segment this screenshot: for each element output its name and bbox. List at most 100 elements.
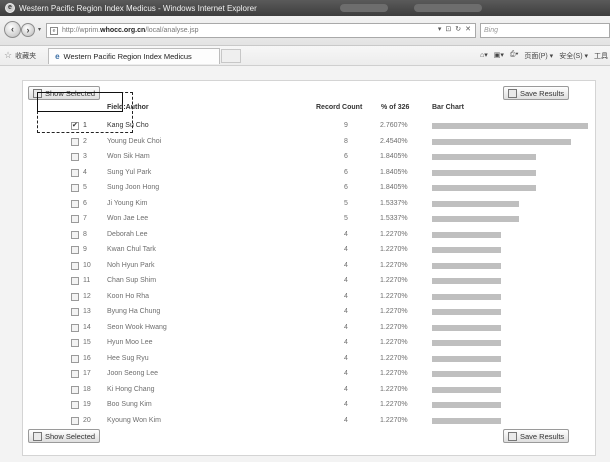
percent-value: 1.2270% (380, 246, 408, 253)
row-checkbox[interactable] (71, 308, 79, 316)
refresh-icon[interactable]: ↻ (455, 25, 461, 33)
percent-value: 2.7607% (380, 122, 408, 129)
row-number: 12 (83, 292, 91, 300)
tab-page-icon: e (55, 51, 60, 61)
save-results-label: Save Results (520, 431, 565, 441)
row-checkbox[interactable] (71, 184, 79, 192)
search-input[interactable]: Bing (480, 23, 610, 38)
record-count: 4 (344, 370, 348, 377)
header-percent[interactable]: % of 326 (381, 104, 409, 111)
table-row: 7 Won Jae Lee 5 1.5337% (23, 212, 597, 226)
row-checkbox[interactable] (71, 121, 79, 130)
row-number: 17 (83, 370, 91, 377)
row-checkbox[interactable] (71, 137, 79, 146)
history-dropdown-icon[interactable]: ▾ (38, 26, 41, 33)
back-icon[interactable]: ‹ (4, 21, 21, 38)
author-name: Won Jae Lee (107, 215, 149, 222)
row-checkbox[interactable] (71, 370, 79, 378)
favorites-label[interactable]: 收藏夹 (15, 51, 36, 61)
percent-value: 1.8405% (380, 153, 408, 160)
tab-title: Western Pacific Region Index Medicus (63, 51, 192, 61)
record-count: 4 (344, 308, 348, 315)
navigation-bar: ‹ › ▾ e http://wprim. whocc.org.cn/local/… (0, 16, 610, 46)
search-provider-placeholder: Bing (484, 27, 499, 34)
row-checkbox[interactable] (71, 339, 79, 347)
row-checkbox[interactable] (71, 199, 79, 208)
save-icon (508, 88, 517, 98)
author-name: Ki Hong Chang (107, 385, 155, 393)
row-number: 10 (83, 261, 91, 269)
count-bar (432, 216, 519, 222)
forward-icon[interactable]: › (21, 23, 35, 37)
count-bar (432, 123, 588, 129)
row-checkbox[interactable] (71, 246, 79, 254)
record-count: 5 (344, 215, 348, 222)
browser-tab[interactable]: e Western Pacific Region Index Medicus (48, 47, 221, 64)
table-row: 19 Boo Sung Kim 4 1.2270% (23, 398, 597, 412)
favorites-star-icon[interactable]: ☆ (4, 50, 12, 61)
table-row: 1 Kang Su Cho 9 2.7607% (23, 119, 597, 133)
row-checkbox[interactable] (71, 261, 79, 270)
percent-value: 1.5337% (380, 199, 408, 207)
url-path: /local/analyse.jsp (145, 27, 199, 34)
compatibility-icon[interactable]: ⊡ (445, 25, 451, 33)
url-prefix: http://wprim. (62, 27, 101, 34)
header-record-count[interactable]: Record Count (316, 104, 362, 111)
feeds-icon[interactable]: ▣▾ (494, 51, 504, 61)
save-results-button-top[interactable]: Save Results (503, 86, 570, 100)
row-checkbox[interactable] (71, 354, 79, 363)
table-row: 15 Hyun Moo Lee 4 1.2270% (23, 336, 597, 350)
row-number: 18 (83, 385, 91, 393)
row-checkbox[interactable] (71, 385, 79, 394)
safety-menu[interactable]: 安全(S) ▾ (559, 51, 588, 61)
author-name: Deborah Lee (107, 230, 148, 238)
home-icon[interactable]: ⌂▾ (480, 51, 488, 61)
count-bar (432, 293, 501, 300)
new-tab-button[interactable] (221, 48, 242, 63)
page-menu[interactable]: 页面(P) ▾ (524, 51, 553, 61)
author-name: Young Deuk Choi (107, 137, 162, 145)
row-checkbox[interactable] (71, 292, 79, 301)
author-name: Sung Joon Hong (107, 184, 160, 191)
row-checkbox[interactable] (71, 230, 79, 239)
address-dropdown-icon[interactable]: ▾ (438, 25, 442, 33)
row-checkbox[interactable] (71, 168, 79, 177)
count-bar (432, 355, 501, 362)
percent-value: 1.2270% (380, 261, 408, 269)
table-row: 13 Byung Ha Chung 4 1.2270% (23, 305, 597, 319)
count-bar (432, 262, 501, 269)
count-bar (432, 340, 501, 346)
row-number: 9 (83, 246, 87, 253)
row-number: 3 (83, 153, 87, 160)
row-checkbox[interactable] (71, 323, 79, 332)
header-field[interactable]: Field:Author (107, 104, 149, 111)
show-selected-button-bottom[interactable]: Show Selected (28, 429, 101, 443)
count-bar (432, 185, 536, 191)
url-domain: whocc.org.cn (100, 27, 146, 34)
tools-menu[interactable]: 工具 (594, 51, 608, 61)
row-checkbox[interactable] (71, 277, 79, 285)
record-count: 9 (344, 122, 348, 129)
save-results-label: Save Results (520, 88, 565, 98)
table-row: 10 Noh Hyun Park 4 1.2270% (23, 259, 597, 273)
record-count: 4 (344, 416, 348, 424)
record-count: 4 (344, 323, 348, 331)
author-name: Joon Seong Lee (107, 370, 158, 377)
row-checkbox[interactable] (71, 401, 79, 409)
record-count: 4 (344, 401, 348, 408)
percent-value: 1.2270% (380, 292, 408, 300)
address-bar[interactable]: e http://wprim. whocc.org.cn/local/analys… (46, 23, 476, 38)
page-icon: e (50, 26, 58, 35)
row-checkbox[interactable] (71, 416, 79, 425)
table-row: 4 Sung Yul Park 6 1.8405% (23, 166, 597, 180)
save-results-button-bottom[interactable]: Save Results (503, 429, 570, 443)
percent-value: 1.2270% (380, 308, 408, 315)
percent-value: 1.8405% (380, 184, 408, 191)
print-icon[interactable]: ⎙▾ (510, 51, 519, 61)
author-name: Kang Su Cho (107, 122, 149, 129)
row-checkbox[interactable] (71, 153, 79, 161)
table-row: 17 Joon Seong Lee 4 1.2270% (23, 367, 597, 381)
row-checkbox[interactable] (71, 215, 79, 223)
record-count: 6 (344, 184, 348, 191)
stop-icon[interactable]: ✕ (465, 25, 471, 33)
